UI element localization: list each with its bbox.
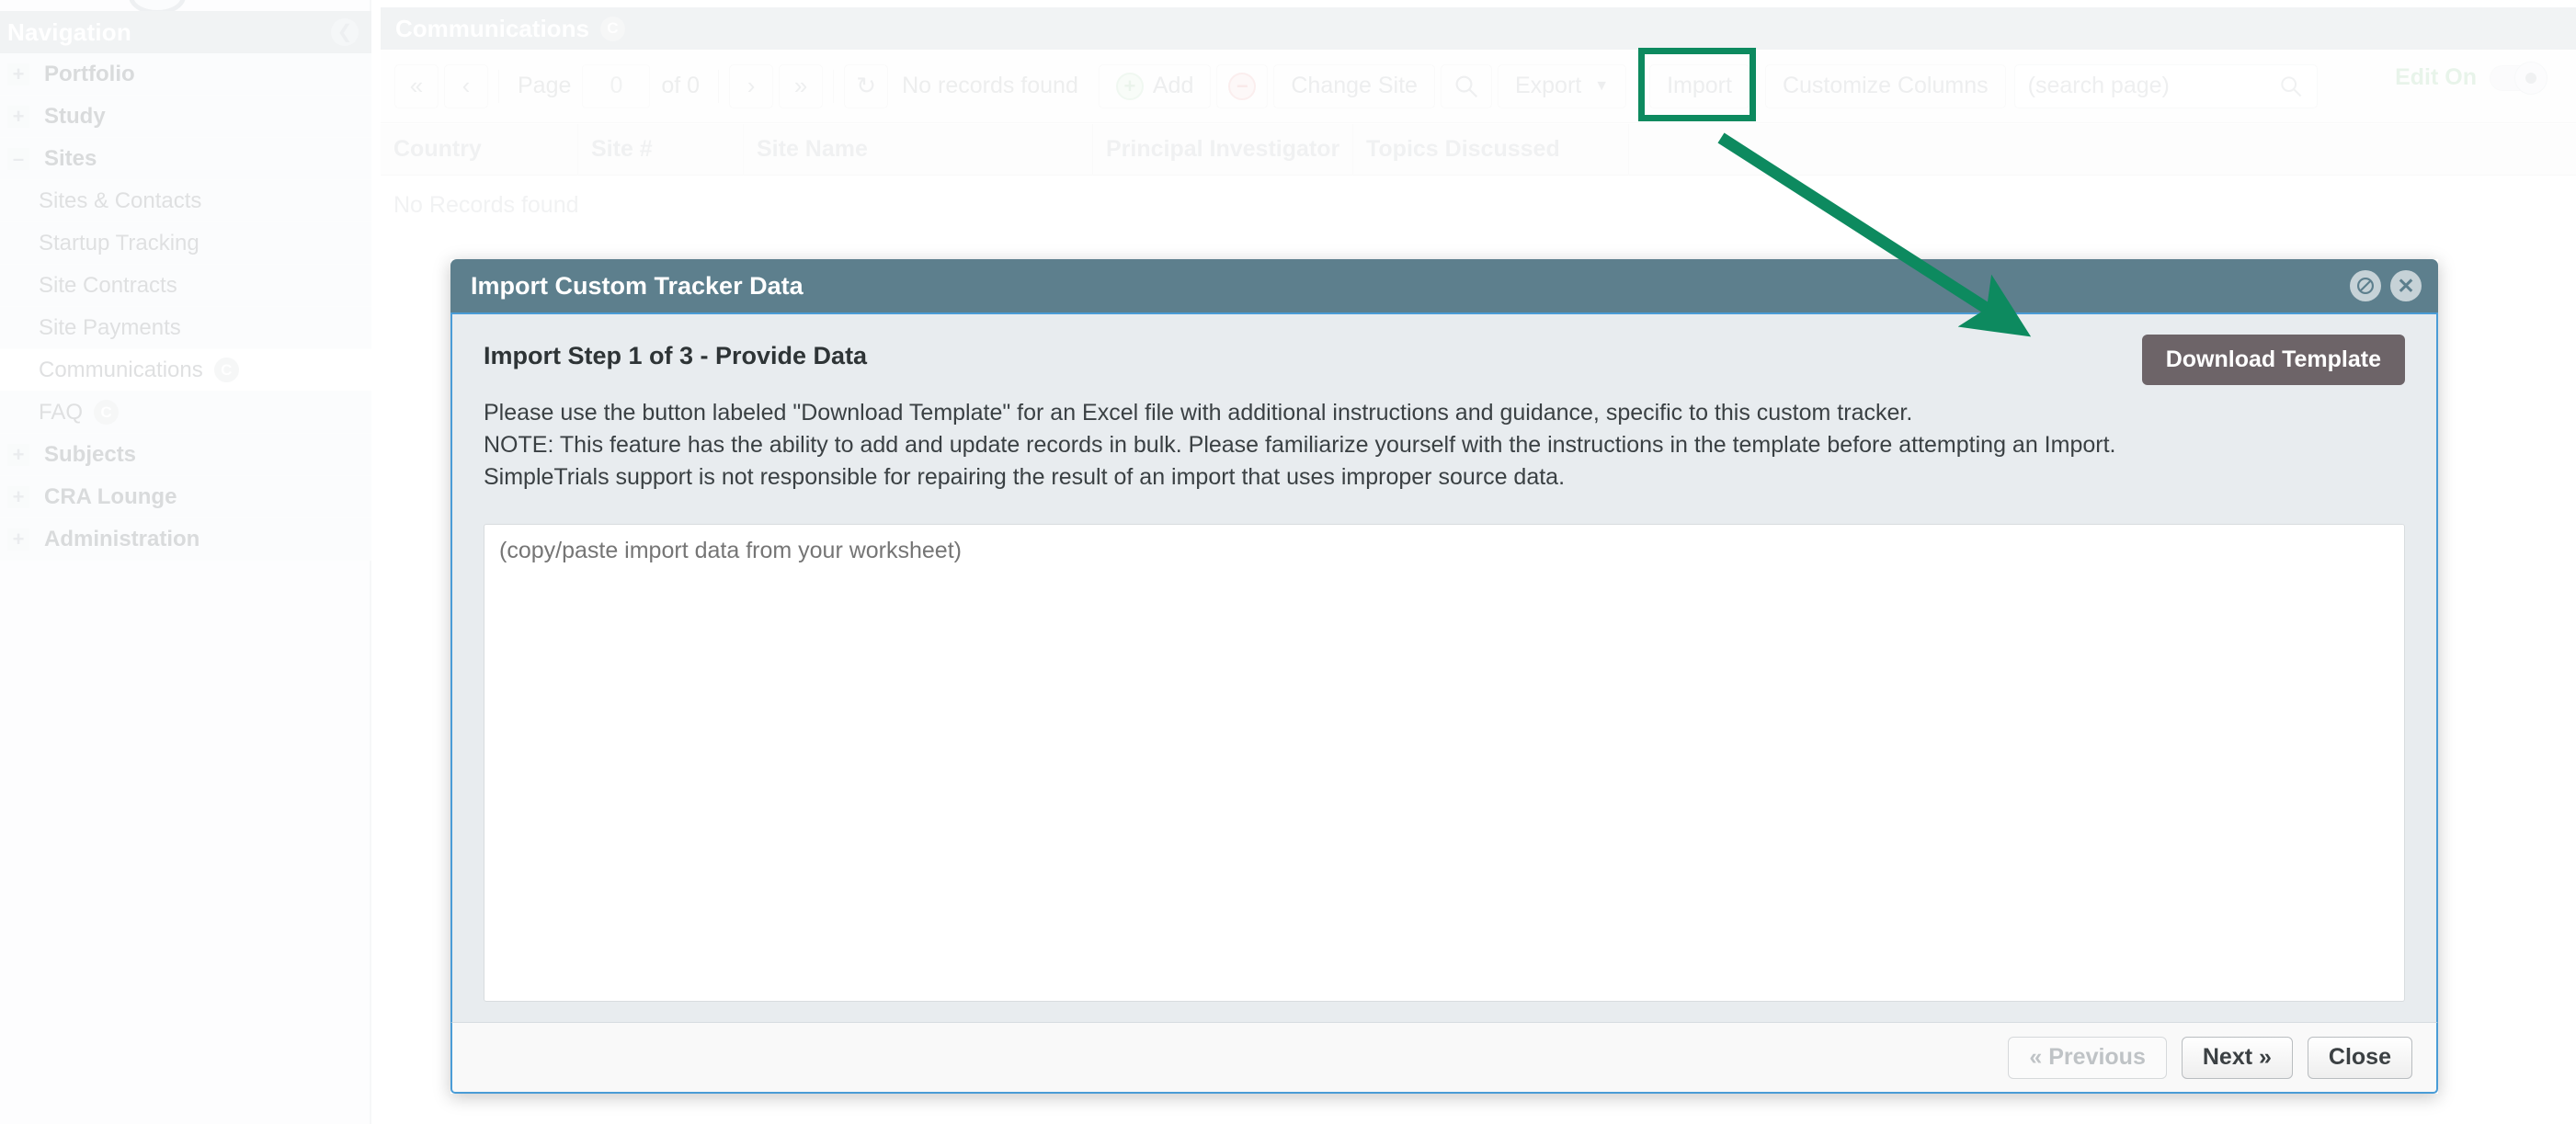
navigation-list: + Portfolio + Study – Sites Sites & Contacts St…: [0, 53, 371, 561]
grid-toolbar: « ‹ Page 0 of 0 › » ↻ No records found +…: [381, 50, 2576, 123]
page-count-label: of 0: [661, 73, 701, 98]
no-entry-icon[interactable]: [2350, 270, 2381, 301]
switch-knob: [2514, 61, 2548, 95]
import-data-textarea[interactable]: [484, 524, 2405, 1002]
dialog-title: Import Custom Tracker Data: [471, 271, 804, 300]
sidebar-item-communications[interactable]: Communications C: [0, 349, 371, 392]
grid-column-header[interactable]: Principal Investigator: [1093, 123, 1353, 176]
page-label: Page: [518, 73, 572, 98]
toolbar-divider: [833, 69, 835, 103]
grid-body: No Records found: [381, 176, 2576, 240]
grid-column-header[interactable]: Topics Discussed: [1353, 123, 1629, 176]
collapse-icon[interactable]: –: [7, 147, 29, 170]
sidebar-item-startup-tracking[interactable]: Startup Tracking: [0, 222, 371, 265]
import-dialog: Import Custom Tracker Data ✕ Import Step…: [450, 259, 2438, 1094]
next-button[interactable]: Next »: [2181, 1036, 2293, 1079]
search-input[interactable]: (search page): [2013, 63, 2318, 108]
instruction-line: Please use the button labeled "Download …: [484, 400, 1913, 426]
page-header: Communications C: [381, 7, 2576, 50]
add-button-label: Add: [1152, 73, 1194, 98]
sidebar-item-label: Site Contracts: [39, 272, 177, 298]
customize-columns-button[interactable]: Customize Columns: [1764, 63, 2006, 108]
page-title: Communications: [395, 14, 589, 42]
close-icon[interactable]: ✕: [2390, 270, 2422, 301]
expand-icon[interactable]: +: [7, 443, 29, 466]
dialog-footer: « Previous Next » Close: [450, 1022, 2438, 1094]
chevron-left-icon[interactable]: ❮: [331, 18, 359, 46]
navigation-title: Navigation: [7, 17, 131, 46]
empty-state-text: No Records found: [393, 192, 579, 218]
instruction-line: SimpleTrials support is not responsible …: [484, 464, 1566, 490]
change-site-button[interactable]: Change Site: [1273, 63, 1435, 108]
sidebar-item-subjects[interactable]: + Subjects: [0, 434, 371, 476]
search-icon[interactable]: [1440, 63, 1492, 108]
sidebar-item-label: Study: [44, 103, 106, 129]
next-page-button[interactable]: ›: [729, 63, 774, 108]
dialog-header: Import Custom Tracker Data ✕: [450, 259, 2438, 312]
minus-circle-icon: −: [1228, 72, 1257, 100]
sidebar-item-sites-contacts[interactable]: Sites & Contacts: [0, 180, 371, 222]
import-button[interactable]: Import: [1649, 63, 1750, 108]
sidebar-item-badge: C: [94, 400, 120, 425]
sidebar-item-administration[interactable]: + Administration: [0, 518, 371, 561]
page-number-input[interactable]: 0: [582, 63, 651, 108]
sidebar-item-sites[interactable]: – Sites: [0, 138, 371, 180]
grid-column-header[interactable]: Site #: [578, 123, 744, 176]
sidebar-item-label: CRA Lounge: [44, 483, 177, 509]
search-input-placeholder: (search page): [2027, 73, 2170, 98]
sidebar-item-portfolio[interactable]: + Portfolio: [0, 53, 371, 96]
plus-circle-icon: +: [1115, 72, 1144, 100]
sidebar-item-site-payments[interactable]: Site Payments: [0, 307, 371, 349]
sidebar-item-site-contracts[interactable]: Site Contracts: [0, 265, 371, 307]
search-input-icon: [2280, 75, 2301, 97]
close-button[interactable]: Close: [2307, 1036, 2412, 1079]
expand-icon[interactable]: +: [7, 528, 29, 551]
grid-column-headers: Country Site # Site Name Principal Investig…: [381, 123, 2576, 176]
sidebar-item-label: Subjects: [44, 441, 137, 467]
sidebar-item-label: Communications: [39, 357, 203, 382]
delete-button[interactable]: −: [1216, 63, 1269, 108]
sidebar-item-label: Sites & Contacts: [39, 187, 202, 213]
grid-column-header[interactable]: Site Name: [744, 123, 1093, 176]
last-page-button[interactable]: »: [779, 63, 824, 108]
dialog-instructions: Please use the button labeled "Download …: [484, 398, 2405, 492]
sidebar-item-badge: C: [213, 358, 239, 382]
sidebar-item-label: Site Payments: [39, 314, 181, 340]
edit-mode-label: Edit On: [2395, 64, 2477, 90]
dialog-header-actions: ✕: [2350, 270, 2422, 301]
sidebar-item-faq[interactable]: FAQ C: [0, 392, 371, 434]
first-page-button[interactable]: «: [394, 63, 439, 108]
instruction-line: NOTE: This feature has the ability to ad…: [484, 432, 2116, 458]
sidebar-item-label: Sites: [44, 145, 97, 171]
edit-mode-toggle[interactable]: Edit On: [2395, 61, 2548, 95]
previous-button[interactable]: « Previous: [2008, 1036, 2167, 1079]
dialog-body: Import Step 1 of 3 - Provide Data Downlo…: [450, 312, 2438, 1022]
toolbar-divider: [718, 69, 720, 103]
grid-column-header[interactable]: Country: [381, 123, 578, 176]
page-title-badge: C: [599, 16, 625, 41]
expand-icon[interactable]: +: [7, 105, 29, 128]
export-button[interactable]: Export ▼: [1497, 63, 1627, 108]
download-template-button[interactable]: Download Template: [2141, 335, 2405, 385]
toolbar-divider: [498, 69, 499, 103]
sidebar-item-label: Portfolio: [44, 61, 135, 86]
expand-icon[interactable]: +: [7, 62, 29, 85]
sidebar-item-label: Administration: [44, 526, 200, 551]
edit-mode-switch[interactable]: [2490, 61, 2548, 95]
export-button-label: Export: [1514, 73, 1582, 98]
chevron-down-icon: ▼: [1594, 77, 1610, 94]
navigation-header: Navigation ❮: [0, 11, 371, 53]
previous-page-button[interactable]: ‹: [444, 63, 488, 108]
navigation-sidebar: Navigation ❮ + Portfolio + Study – Sites Sites…: [0, 0, 371, 1124]
sidebar-item-label: Startup Tracking: [39, 230, 199, 255]
refresh-icon[interactable]: ↻: [844, 63, 889, 108]
add-button[interactable]: + Add: [1098, 63, 1212, 108]
dialog-step-title: Import Step 1 of 3 - Provide Data: [484, 342, 868, 369]
expand-icon[interactable]: +: [7, 485, 29, 508]
sidebar-item-cra-lounge[interactable]: + CRA Lounge: [0, 476, 371, 518]
sidebar-item-study[interactable]: + Study: [0, 96, 371, 138]
sidebar-item-label: FAQ: [39, 399, 84, 425]
record-status-text: No records found: [902, 73, 1078, 98]
